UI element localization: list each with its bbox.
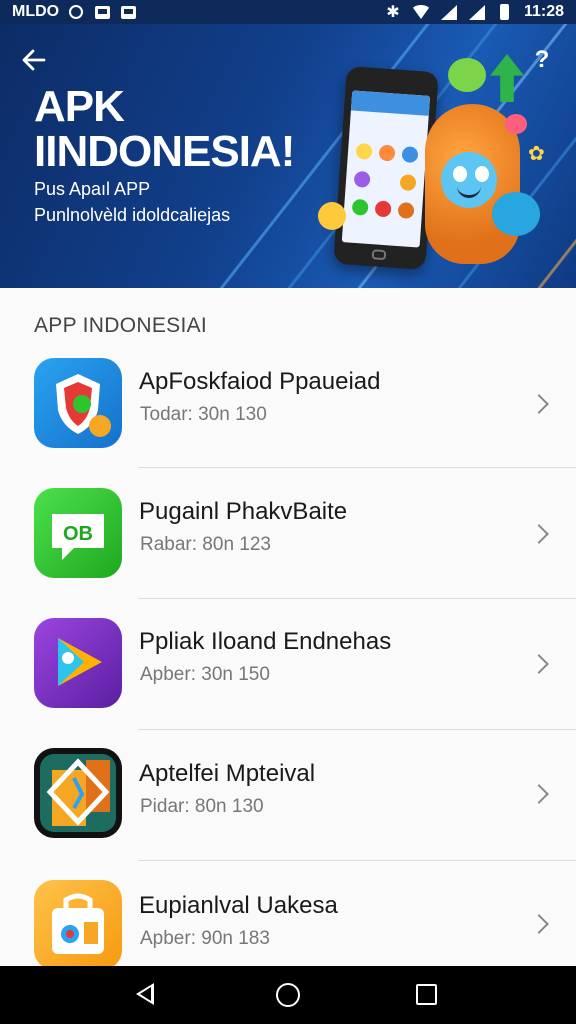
image-icon: [119, 4, 137, 20]
banner-subtitle: Pus Apaıl APP Punlnolvèld idoldcaliejas: [34, 176, 294, 228]
chevron-right-icon: [529, 654, 549, 674]
map-app-icon: [34, 748, 122, 838]
chevron-right-icon: [529, 524, 549, 544]
home-icon[interactable]: [276, 983, 300, 1007]
app-name: Pugainl PhakvBaite: [139, 498, 348, 525]
back-arrow-icon[interactable]: [20, 46, 52, 78]
play-app-icon: [34, 618, 122, 708]
app-name: Ppliak Iloand Endnehas: [139, 628, 392, 655]
coin-icon: [318, 202, 346, 230]
svg-text:OB: OB: [63, 523, 93, 545]
heart-icon: [505, 114, 527, 134]
banner-subtitle-line1: Pus Apaıl APP: [34, 179, 151, 199]
chevron-right-icon: [529, 784, 549, 804]
list-item[interactable]: OB Pugainl PhakvBaite Rabar: 80n 123: [0, 470, 576, 600]
carrier-label: MLDO: [12, 3, 60, 20]
green-arrow-icon: [490, 54, 524, 102]
wifi-icon: [410, 4, 431, 20]
banner-title-line1: APK: [34, 82, 125, 131]
sync-icon: [67, 4, 85, 20]
divider: [138, 467, 576, 468]
chevron-right-icon: [529, 914, 549, 934]
green-character-icon: [448, 58, 486, 92]
chevron-right-icon: [529, 394, 549, 414]
app-meta: Todar: 30n 130: [140, 404, 267, 425]
status-bar: MLDO ✱ 11:28: [0, 0, 576, 24]
chat-app-icon: OB: [34, 488, 122, 578]
divider: [138, 598, 576, 599]
list-item[interactable]: ApFoskfaiod Ppaueiad Todar: 30n 130: [0, 340, 576, 470]
hero-banner: ? APK IINDONESIA! Pus Apaıl APP Punlnolv…: [0, 24, 576, 288]
help-icon[interactable]: ?: [530, 46, 554, 76]
app-meta: Pidar: 80n 130: [140, 796, 264, 817]
list-item[interactable]: Aptelfei Mpteival Pidar: 80n 130: [0, 730, 576, 861]
app-meta: Apber: 30n 150: [140, 664, 270, 685]
back-icon[interactable]: [136, 983, 154, 1005]
signal-icon: [468, 4, 486, 20]
app-name: Aptelfei Mpteival: [139, 760, 316, 787]
banner-title: APK IINDONESIA!: [34, 84, 304, 174]
battery-icon: [496, 4, 514, 20]
app-name: ApFoskfaiod Ppaueiad: [139, 368, 381, 395]
clock: 11:28: [523, 3, 564, 20]
system-nav-bar: [0, 966, 576, 1024]
list-item[interactable]: Ppliak Iloand Endnehas Apber: 30n 150: [0, 600, 576, 730]
star-icon: ✿: [528, 143, 545, 165]
blue-bubble-icon: [492, 192, 540, 236]
divider: [138, 860, 576, 861]
banner-title-line2: IINDONESIA!: [34, 127, 295, 176]
app-name: Eupianlval Uakesa: [139, 892, 338, 919]
app-meta: Apber: 90n 183: [140, 928, 270, 949]
recents-icon[interactable]: [416, 984, 437, 1005]
banner-subtitle-line2: Punlnolvèld idoldcaliejas: [34, 205, 231, 225]
phone-illustration: [333, 66, 439, 270]
app-meta: Rabar: 80n 123: [140, 534, 271, 555]
bluetooth-icon: ✱: [386, 4, 400, 21]
section-title: APP INDONESIAI: [34, 314, 208, 337]
signal-icon: [440, 4, 458, 20]
gallery-icon: [93, 4, 111, 20]
shield-app-icon: [34, 358, 122, 448]
bag-app-icon: [34, 880, 122, 970]
